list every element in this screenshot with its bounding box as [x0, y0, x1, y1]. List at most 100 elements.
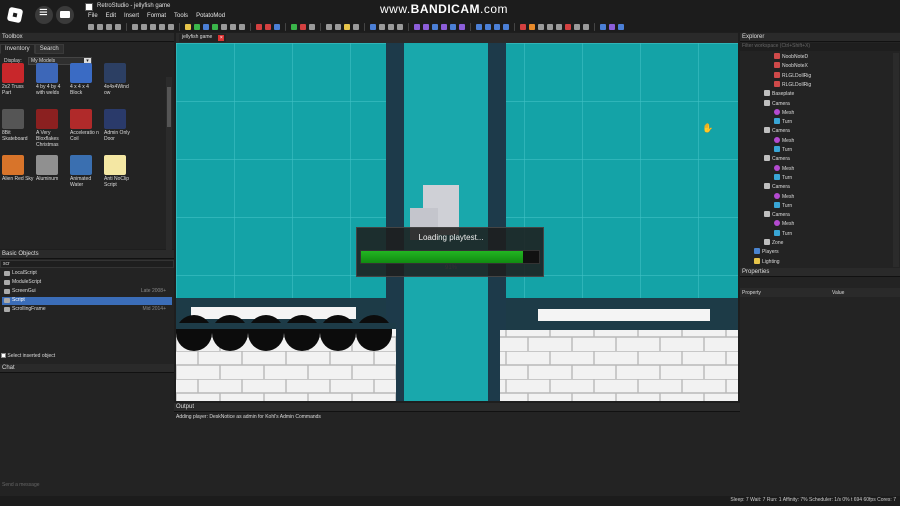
toolbox-scrollbar[interactable]: [166, 77, 172, 277]
toolbar-tool-icon[interactable]: [538, 24, 544, 30]
explorer-row[interactable]: Turn: [774, 201, 792, 211]
toolbar-tool-icon[interactable]: [335, 24, 341, 30]
toolbar-tool-icon[interactable]: [397, 24, 403, 30]
toolbar-tool-icon[interactable]: [370, 24, 376, 30]
toolbar-tool-icon[interactable]: [520, 24, 526, 30]
basic-object-item[interactable]: Script: [2, 297, 172, 305]
tab-search[interactable]: Search: [34, 44, 64, 54]
explorer-row[interactable]: Camera: [764, 155, 790, 164]
close-icon[interactable]: ×: [218, 35, 225, 41]
toolbar-tool-icon[interactable]: [379, 24, 385, 30]
toolbar-tool-icon[interactable]: [494, 24, 500, 30]
tab-jellyfish-game[interactable]: jellyfish game ×: [179, 34, 227, 42]
toolbar-tool-icon[interactable]: [203, 24, 209, 30]
toolbar-tool-icon[interactable]: [300, 24, 306, 30]
toolbox-item[interactable]: Acceleratio n Coil: [70, 109, 102, 149]
toolbox-item[interactable]: Admin Only Door: [104, 109, 136, 149]
explorer-row[interactable]: Camera: [764, 211, 790, 220]
explorer-row[interactable]: Mesh: [774, 164, 794, 174]
toolbar-tool-icon[interactable]: [503, 24, 509, 30]
menu-insert[interactable]: Insert: [124, 13, 139, 21]
toolbar-tool-icon[interactable]: [168, 24, 174, 30]
select-inserted-checkbox[interactable]: Select inserted object: [1, 353, 55, 359]
toolbox-item[interactable]: A Very Bloxflakes Christmas: [36, 109, 68, 149]
toolbar-tool-icon[interactable]: [565, 24, 571, 30]
tab-inventory[interactable]: Inventory: [0, 44, 35, 54]
toolbar-tool-icon[interactable]: [88, 24, 94, 30]
explorer-row[interactable]: RLGLDollRig: [774, 71, 811, 81]
explorer-row[interactable]: Mesh: [774, 136, 794, 146]
explorer-row[interactable]: Camera: [764, 99, 790, 109]
toolbar-tool-icon[interactable]: [326, 24, 332, 30]
explorer-row[interactable]: Turn: [774, 229, 792, 239]
toolbar-tool-icon[interactable]: [159, 24, 165, 30]
toolbar-tool-icon[interactable]: [97, 24, 103, 30]
explorer-row[interactable]: Players: [754, 248, 779, 257]
toolbar-tool-icon[interactable]: [256, 24, 262, 30]
toolbar-tool-icon[interactable]: [414, 24, 420, 30]
toolbar-tool-icon[interactable]: [547, 24, 553, 30]
explorer-row[interactable]: Lighting: [754, 257, 780, 267]
toolbox-item[interactable]: Aluminum: [36, 155, 68, 195]
explorer-row[interactable]: RLGLDollRig: [774, 80, 811, 90]
toolbox-item[interactable]: Anti NoClip Script: [104, 155, 136, 195]
toolbar-tool-icon[interactable]: [115, 24, 121, 30]
toolbar-tool-icon[interactable]: [529, 24, 535, 30]
explorer-row[interactable]: Baseplate: [764, 90, 794, 99]
explorer-row[interactable]: NoobNoteD: [774, 53, 808, 62]
explorer-row[interactable]: Mesh: [774, 192, 794, 202]
toolbar-tool-icon[interactable]: [450, 24, 456, 30]
toolbar-tool-icon[interactable]: [618, 24, 624, 30]
toolbar-tool-icon[interactable]: [221, 24, 227, 30]
explorer-row[interactable]: Zone: [764, 239, 783, 248]
roblox-logo-icon[interactable]: [6, 6, 24, 24]
toolbar-tool-icon[interactable]: [291, 24, 297, 30]
menu-edit[interactable]: Edit: [106, 13, 116, 21]
explorer-row[interactable]: Turn: [774, 118, 792, 127]
explorer-row[interactable]: Turn: [774, 146, 792, 155]
chat-bubble-icon[interactable]: [56, 6, 74, 24]
chat-input[interactable]: Send a message: [2, 482, 40, 488]
basic-object-item[interactable]: LocalScript: [2, 270, 172, 278]
toolbar-tool-icon[interactable]: [344, 24, 350, 30]
toolbar-tool-icon[interactable]: [265, 24, 271, 30]
toolbar-tool-icon[interactable]: [423, 24, 429, 30]
explorer-row[interactable]: Mesh: [774, 220, 794, 229]
menu-potatomod[interactable]: PotatoMod: [196, 13, 225, 21]
explorer-scrollbar[interactable]: [893, 53, 899, 267]
toolbar-tool-icon[interactable]: [274, 24, 280, 30]
toolbar-tool-icon[interactable]: [583, 24, 589, 30]
basic-object-item[interactable]: ScreenGui Late 2008+: [2, 288, 172, 296]
toolbar-tool-icon[interactable]: [459, 24, 465, 30]
toolbar-tool-icon[interactable]: [556, 24, 562, 30]
toolbox-item[interactable]: 8Bit Skateboard: [2, 109, 34, 149]
menu-file[interactable]: File: [88, 13, 98, 21]
toolbar-tool-icon[interactable]: [150, 24, 156, 30]
explorer-row[interactable]: NoobNoteX: [774, 62, 808, 71]
toolbar-tool-icon[interactable]: [441, 24, 447, 30]
basic-objects-search-input[interactable]: scr: [0, 260, 174, 268]
hamburger-menu-icon[interactable]: [35, 4, 53, 24]
toolbar-tool-icon[interactable]: [132, 24, 138, 30]
3d-viewport[interactable]: ✋: [176, 43, 738, 401]
basic-object-item[interactable]: ScrollingFrame Mid 2014+: [2, 306, 172, 314]
toolbar-tool-icon[interactable]: [212, 24, 218, 30]
toolbox-item[interactable]: 4x4x4Wind ow: [104, 63, 136, 103]
toolbar-tool-icon[interactable]: [194, 24, 200, 30]
toolbar-tool-icon[interactable]: [600, 24, 606, 30]
toolbar-tool-icon[interactable]: [141, 24, 147, 30]
menu-format[interactable]: Format: [147, 13, 166, 21]
explorer-filter-input[interactable]: Filter workspace (Ctrl+Shift+X): [740, 43, 900, 51]
toolbar-tool-icon[interactable]: [106, 24, 112, 30]
toolbar-tool-icon[interactable]: [239, 24, 245, 30]
toolbar-tool-icon[interactable]: [476, 24, 482, 30]
explorer-row[interactable]: Camera: [764, 183, 790, 192]
toolbar-tool-icon[interactable]: [353, 24, 359, 30]
toolbar-tool-icon[interactable]: [609, 24, 615, 30]
toolbox-item[interactable]: Animated Water: [70, 155, 102, 195]
toolbar-tool-icon[interactable]: [230, 24, 236, 30]
basic-object-item[interactable]: ModuleScript: [2, 279, 172, 287]
toolbar-tool-icon[interactable]: [185, 24, 191, 30]
toolbox-item[interactable]: 4 by 4 by 4 with welds: [36, 63, 68, 103]
menu-tools[interactable]: Tools: [174, 13, 188, 21]
